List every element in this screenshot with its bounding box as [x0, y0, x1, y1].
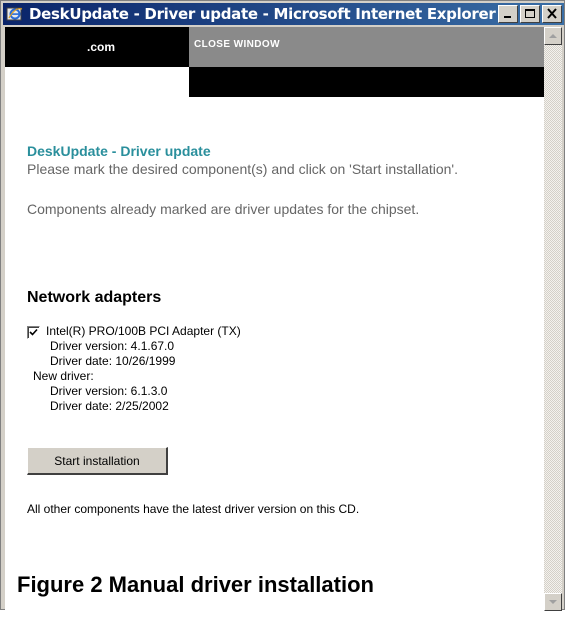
current-driver-version: Driver version: 4.1.67.0 [50, 339, 175, 353]
browser-window: DeskUpdate - Driver update - Microsoft I… [0, 0, 565, 611]
checkmark-icon [29, 328, 38, 336]
component-checkbox[interactable] [27, 326, 40, 339]
maximize-button[interactable] [520, 5, 540, 23]
vertical-scrollbar[interactable] [544, 27, 562, 611]
brand-link[interactable]: .com [87, 40, 115, 54]
component-name: Intel(R) PRO/100B PCI Adapter (TX) [46, 324, 241, 338]
window-controls [496, 5, 562, 23]
scroll-down-button[interactable] [544, 593, 562, 611]
close-button[interactable] [542, 5, 562, 23]
page-heading: DeskUpdate - Driver update [27, 143, 211, 159]
scroll-up-button[interactable] [544, 27, 562, 45]
figure-caption: Figure 2 Manual driver installation [17, 572, 374, 597]
minimize-icon [504, 16, 511, 18]
title-bar[interactable]: DeskUpdate - Driver update - Microsoft I… [3, 3, 564, 25]
chipset-note: Components already marked are driver upd… [27, 201, 420, 217]
arrow-up-icon [549, 34, 557, 38]
internet-explorer-icon [6, 5, 24, 23]
close-window-link[interactable]: CLOSE WINDOW [194, 39, 280, 50]
arrow-down-icon [549, 600, 557, 604]
close-icon [547, 8, 557, 19]
window-title: DeskUpdate - Driver update - Microsoft I… [29, 5, 496, 23]
minimize-button[interactable] [498, 5, 518, 23]
new-driver-date: Driver date: 2/25/2002 [50, 399, 169, 413]
new-driver-label: New driver: [33, 369, 94, 383]
start-installation-button[interactable]: Start installation [27, 447, 168, 475]
screenshot: DeskUpdate - Driver update - Microsoft I… [0, 0, 567, 622]
footer-note: All other components have the latest dri… [27, 502, 360, 516]
current-driver-date: Driver date: 10/26/1999 [50, 354, 176, 368]
section-title: Network adapters [27, 289, 162, 306]
instruction-text: Please mark the desired component(s) and… [27, 161, 458, 177]
page-viewport: .com CLOSE WINDOW DeskUpdate - Driver up… [5, 27, 544, 611]
maximize-icon [525, 9, 535, 18]
new-driver-version: Driver version: 6.1.3.0 [50, 384, 168, 398]
header-white-block [5, 67, 189, 97]
